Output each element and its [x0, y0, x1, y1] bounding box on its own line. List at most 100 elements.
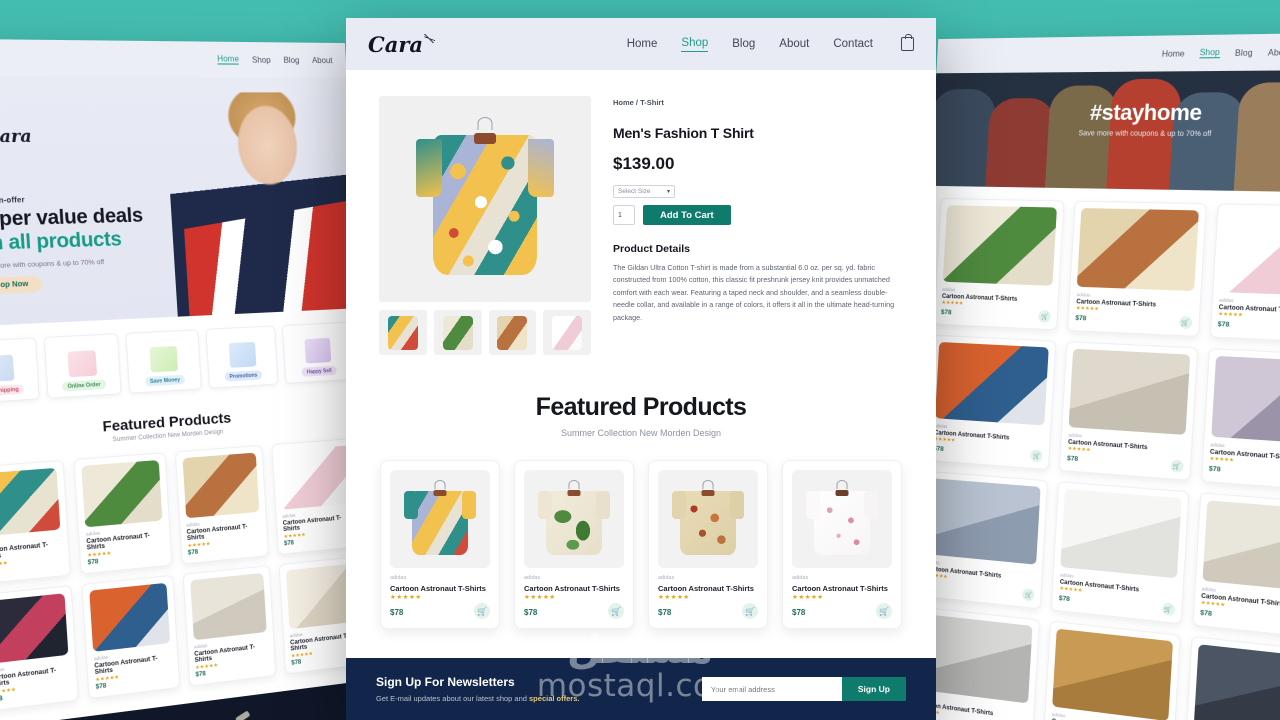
left-feature-free-shipping[interactable]: Free Shipping [0, 337, 40, 405]
product-image [934, 341, 1050, 426]
product-image [792, 470, 892, 568]
product-image [81, 460, 162, 528]
list-item[interactable]: adidas Cartoon Astronaut T-Shirts ★★★★★ … [925, 334, 1057, 471]
nav-item-shop[interactable]: Shop [681, 37, 709, 52]
product-price: $139.00 [613, 154, 675, 173]
list-item[interactable]: adidas Cartoon Astronaut T-Shirts ★★★★★ … [918, 470, 1049, 610]
quantity-input[interactable]: 1 [613, 205, 635, 225]
product-main-image[interactable] [379, 96, 591, 302]
left-hero-heading: Super value deals On all products [0, 205, 145, 258]
product-price: $78 [1066, 454, 1079, 463]
product-price: $78 [792, 607, 806, 617]
product-info: Home / T-Shirt Men's Fashion T Shirt $13… [613, 96, 906, 355]
product-name: Cartoon Astronaut T-Shirts [658, 584, 754, 593]
left-nav-item-shop[interactable]: Shop [252, 55, 271, 64]
product-thumbnail-4[interactable] [543, 310, 591, 355]
list-item[interactable]: adidas Cartoon Astronaut T-Shirts ★★★★★ … [1200, 348, 1280, 493]
cart-icon[interactable]: 🛒 [1170, 459, 1184, 473]
add-to-cart-icon[interactable]: 🛒 [876, 603, 892, 619]
product-image [1202, 500, 1280, 593]
left-nav-item-about[interactable]: About [312, 55, 333, 64]
product-brand: adidas [524, 575, 541, 581]
right-nav-item-about[interactable]: About [1268, 47, 1280, 57]
left-nav-item-blog[interactable]: Blog [283, 55, 299, 64]
list-item[interactable]: adidas Cartoon Astronaut T-Shirts ★★★★★ … [0, 459, 72, 585]
sign-up-button[interactable]: Sign Up [841, 677, 906, 701]
email-field[interactable] [701, 677, 842, 701]
featured-products-grid: adidas Cartoon Astronaut T-Shirts ★★★★★ … [346, 438, 936, 629]
right-nav-item-shop[interactable]: Shop [1199, 47, 1221, 59]
product-image [1060, 488, 1182, 579]
nav-item-blog[interactable]: Blog [732, 38, 755, 50]
list-item[interactable]: adidas Cartoon Astronaut T-Shirts ★★★★★ … [514, 460, 634, 629]
newsletter-title: Sign Up For Newsletters [376, 675, 515, 689]
cart-icon[interactable]: 🛒 [1030, 449, 1044, 463]
site-logo[interactable]: Cara [368, 32, 435, 57]
nav-item-about[interactable]: About [779, 38, 809, 50]
left-hero-shop-now-button[interactable]: Shop Now [0, 275, 43, 295]
left-feature-online-order[interactable]: Online Order [43, 333, 122, 399]
left-feature-promotions[interactable]: Promotions [205, 325, 279, 389]
list-item[interactable]: adidas Cartoon Astronaut T-Shirts ★★★★★ … [1191, 492, 1280, 641]
add-to-cart-button[interactable]: Add To Cart [643, 205, 731, 225]
product-name: Cartoon Astronaut T-Shirts [792, 584, 888, 593]
list-item[interactable]: adidas Cartoon Astronaut T-Shirts ★★★★★ … [1183, 635, 1280, 720]
cart-icon[interactable]: 🛒 [1178, 315, 1193, 330]
list-item[interactable]: adidas Cartoon Astronaut T-Shirts ★★★★★ … [1050, 481, 1190, 625]
list-item[interactable]: adidas Cartoon Astronaut T-Shirts ★★★★★ … [174, 444, 269, 565]
product-thumbnail-2[interactable] [433, 310, 482, 355]
list-item[interactable]: adidas Cartoon Astronaut T-Shirts ★★★★★ … [648, 460, 768, 629]
product-image [390, 470, 490, 568]
list-item[interactable]: adidas Cartoon Astronaut T-Shirts ★★★★★ … [0, 585, 80, 713]
list-item[interactable]: adidas Cartoon Astronaut T-Shirts ★★★★★ … [81, 574, 180, 700]
list-item[interactable]: adidas Cartoon Astronaut T-Shirts ★★★★★ … [1059, 341, 1198, 481]
left-feature-save-money[interactable]: Save Money [125, 329, 202, 394]
left-page-logo[interactable]: Cara [0, 126, 32, 147]
product-image [927, 478, 1041, 565]
left-feature-label: Save Money [144, 374, 186, 387]
right-nav-item-home[interactable]: Home [1162, 48, 1185, 58]
cart-icon[interactable]: 🛒 [1038, 309, 1052, 323]
product-detail-section: Home / T-Shirt Men's Fashion T Shirt $13… [346, 70, 936, 365]
product-image [1068, 348, 1190, 435]
list-item[interactable]: adidas Cartoon Astronaut T-Shirts ★★★★★ … [933, 198, 1065, 331]
shopping-bag-icon[interactable] [901, 34, 914, 51]
nav-item-contact[interactable]: Contact [833, 38, 873, 50]
online-order-icon [67, 350, 98, 378]
product-thumbnail-1[interactable] [379, 310, 427, 355]
add-to-cart-icon[interactable]: 🛒 [608, 603, 624, 619]
list-item[interactable]: adidas Cartoon Astronaut T-Shirts ★★★★★ … [1067, 200, 1207, 337]
right-nav-item-blog[interactable]: Blog [1235, 48, 1253, 58]
list-item[interactable]: adidas Cartoon Astronaut T-Shirts ★★★★★ … [1209, 203, 1280, 344]
cart-icon[interactable]: 🛒 [1022, 588, 1036, 602]
product-image [1052, 628, 1173, 720]
featured-products-title: Featured Products [535, 393, 747, 421]
product-price: $78 [1217, 320, 1230, 329]
newsletter-subtitle: Get E-mail updates about our latest shop… [376, 694, 579, 703]
product-gallery [379, 96, 591, 355]
happy-sell-icon [304, 337, 332, 364]
product-image [89, 582, 170, 652]
product-thumbnail-3[interactable] [488, 310, 537, 355]
product-image [0, 593, 69, 664]
list-item[interactable]: adidas Cartoon Astronaut T-Shirts ★★★★★ … [181, 565, 277, 687]
right-hero-title: #stayhome [1089, 100, 1203, 126]
breadcrumb[interactable]: Home / T-Shirt [613, 98, 906, 107]
left-hero-kicker: Trade-in-offer [0, 196, 26, 206]
list-item[interactable]: adidas Cartoon Astronaut T-Shirts ★★★★★ … [1042, 620, 1181, 720]
cart-icon[interactable]: 🛒 [1161, 602, 1175, 617]
left-feature-happy-sell[interactable]: Happy Sell [282, 321, 354, 384]
add-to-cart-icon[interactable]: 🛒 [474, 603, 490, 619]
left-nav-item-home[interactable]: Home [216, 54, 240, 65]
product-image [1077, 208, 1199, 292]
list-item[interactable]: adidas Cartoon Astronaut T-Shirts ★★★★★ … [73, 452, 173, 575]
add-to-cart-icon[interactable]: 🛒 [742, 603, 758, 619]
page-title: Men's Fashion T Shirt [613, 125, 754, 141]
right-page-hero-banner: #stayhome Save more with coupons & up to… [929, 69, 1280, 194]
list-item[interactable]: adidas Cartoon Astronaut T-Shirts ★★★★★ … [380, 460, 500, 629]
size-select[interactable]: Select Size ▾ [613, 185, 675, 198]
list-item[interactable]: adidas Cartoon Astronaut T-Shirts ★★★★★ … [782, 460, 902, 629]
product-price: $78 [390, 607, 404, 617]
product-details-text: The Gildan Ultra Cotton T-shirt is made … [613, 263, 895, 322]
nav-item-home[interactable]: Home [627, 38, 658, 50]
